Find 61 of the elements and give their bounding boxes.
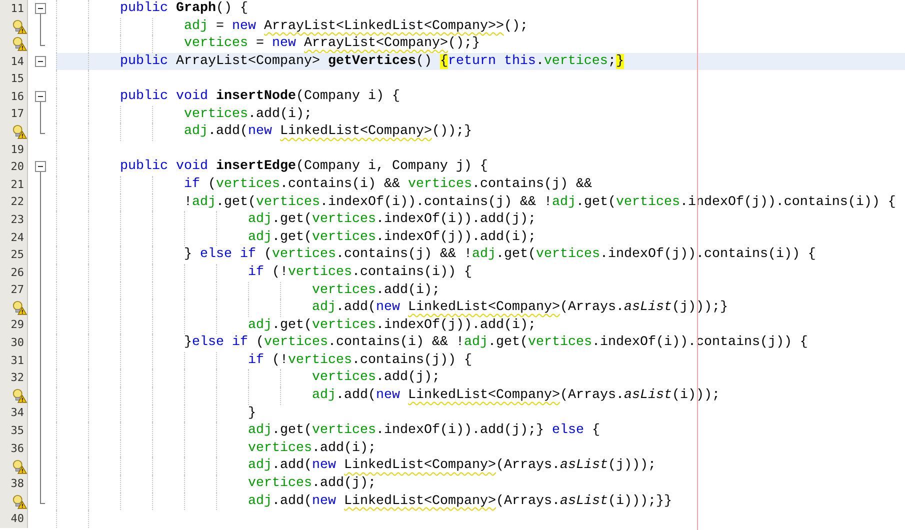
- code-line: !adj.get(vertices.indexOf(i)).contains(j) && !adj.get(vertices.indexOf(j)).contains(i)) {: [184, 194, 896, 210]
- lightbulb-warning-icon[interactable]: [12, 388, 27, 404]
- line-number: 31: [10, 354, 25, 368]
- line-number: 21: [10, 178, 25, 192]
- line-number: 17: [10, 107, 25, 122]
- code-line: vertices.add(i);: [312, 282, 440, 298]
- code-line: public void insertEdge(Company i, Company j) {: [120, 159, 488, 174]
- lightbulb-warning-icon[interactable]: [12, 300, 27, 316]
- line-number: 29: [10, 318, 25, 332]
- code-line: adj.add(new LinkedList<Company>(Arrays.asList(j)));}: [312, 300, 728, 316]
- lightbulb-warning-icon[interactable]: [12, 458, 27, 474]
- line-number: 30: [10, 336, 25, 350]
- lightbulb-warning-icon[interactable]: [12, 124, 27, 140]
- line-number: 40: [10, 512, 25, 526]
- code-line: }: [248, 406, 256, 421]
- line-number: 11: [10, 2, 25, 16]
- code-line: vertices.add(j);: [248, 476, 376, 492]
- lightbulb-warning-icon[interactable]: [12, 36, 27, 52]
- code-line: adj.get(vertices.indexOf(i)).add(j);: [248, 212, 536, 228]
- code-line: adj = new ArrayList<LinkedList<Company>>();: [184, 18, 528, 34]
- code-line: adj.get(vertices.indexOf(j)).add(i);: [248, 230, 536, 245]
- collapse-icon[interactable]: [35, 3, 46, 14]
- line-number: 16: [10, 90, 25, 104]
- collapse-icon[interactable]: [35, 161, 46, 172]
- line-number: 20: [10, 160, 25, 174]
- code-line: vertices = new ArrayList<Company>();}: [184, 36, 480, 52]
- code-line: if (!vertices.contains(i)) {: [248, 264, 472, 280]
- line-number: 25: [10, 248, 25, 262]
- line-number: 23: [10, 212, 25, 227]
- line-number: 38: [10, 476, 25, 491]
- code-line: adj.add(new LinkedList<Company>(Arrays.asList(i)));: [312, 388, 720, 404]
- code-line: vertices.add(j);: [312, 370, 440, 386]
- line-number: 32: [10, 371, 25, 386]
- line-number: 36: [10, 442, 25, 456]
- lightbulb-warning-icon[interactable]: [12, 494, 27, 509]
- line-number: 27: [10, 283, 25, 298]
- line-number: 34: [10, 406, 25, 420]
- line-number: 35: [10, 424, 25, 438]
- line-number: 15: [10, 72, 25, 86]
- code-line: adj.get(vertices.indexOf(j)).add(i);: [248, 318, 536, 333]
- lightbulb-warning-icon[interactable]: [12, 18, 27, 34]
- code-line: public Graph() {: [120, 1, 248, 16]
- code-line: vertices.add(i);: [248, 440, 376, 456]
- collapse-icon[interactable]: [35, 90, 46, 102]
- line-number: 19: [10, 142, 25, 157]
- code-line: adj.add(new LinkedList<Company>());}: [184, 124, 472, 140]
- line-number: 24: [10, 230, 25, 245]
- code-line: }else if (vertices.contains(i) && !adj.get(vertices.indexOf(i)).contains(j)) {: [184, 335, 808, 350]
- code-line: public ArrayList<Company> getVertices() {return this.vertices;}: [120, 54, 624, 69]
- line-number: 26: [10, 266, 25, 280]
- code-line: } else if (vertices.contains(j) && !adj.get(vertices.indexOf(j)).contains(i)) {: [184, 247, 816, 262]
- code-line: vertices.add(i);: [184, 106, 312, 122]
- collapse-icon[interactable]: [35, 56, 46, 67]
- code-line: adj.add(new LinkedList<Company>(Arrays.asList(j)));: [248, 458, 656, 474]
- line-number: 14: [10, 54, 25, 69]
- code-line: if (!vertices.contains(j)) {: [248, 352, 472, 368]
- line-number: 22: [10, 195, 25, 210]
- code-line: adj.add(new LinkedList<Company>(Arrays.asList(i)));}}: [248, 494, 672, 509]
- code-line: public void insertNode(Company i) {: [120, 88, 400, 104]
- code-line: if (vertices.contains(i) && vertices.contains(j) &&: [184, 176, 592, 192]
- code-line: adj.get(vertices.indexOf(i)).add(j);} else {: [248, 423, 600, 438]
